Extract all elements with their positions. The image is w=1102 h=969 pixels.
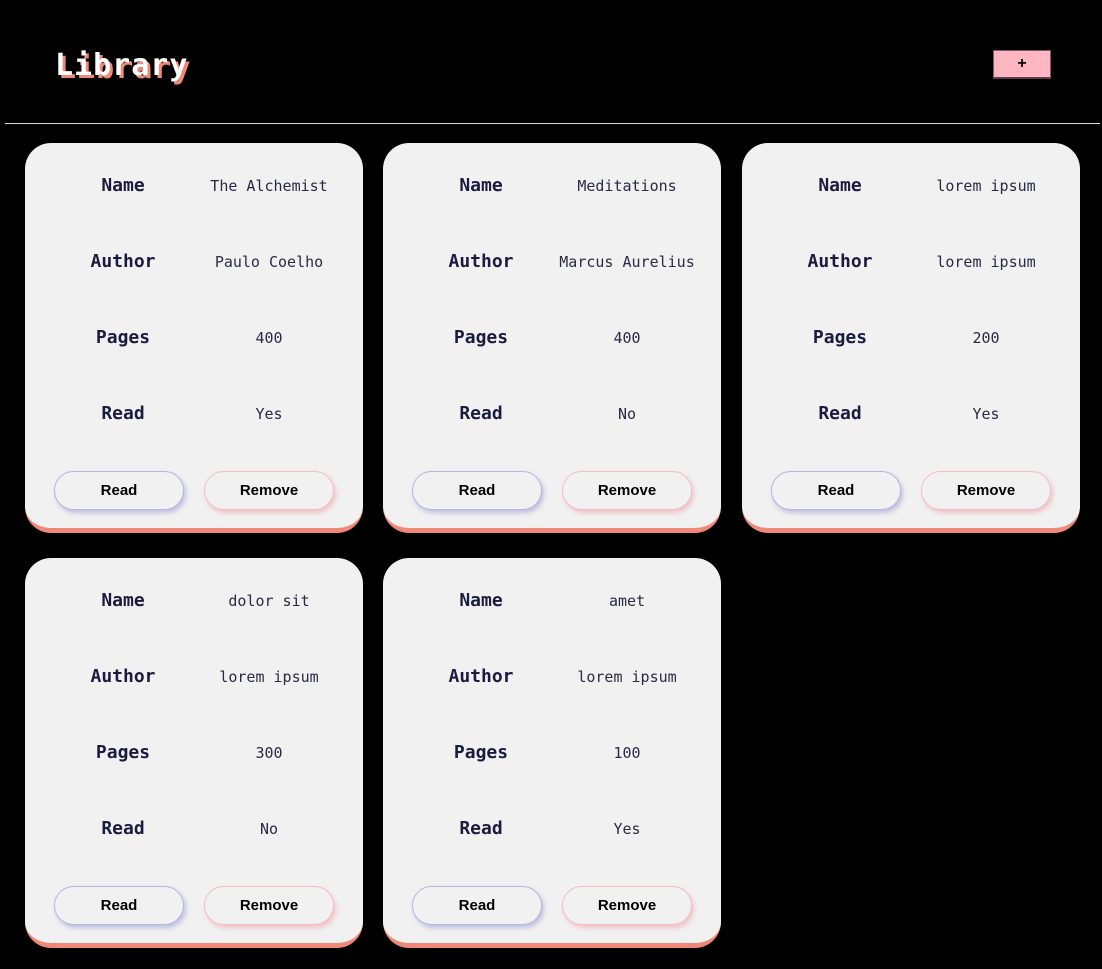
author-row: Author lorem ipsum — [742, 247, 1080, 277]
pages-label: Pages — [453, 742, 509, 763]
remove-button[interactable]: Remove — [562, 886, 692, 925]
toggle-read-button[interactable]: Read — [54, 886, 184, 925]
book-pages: 100 — [613, 744, 641, 762]
book-pages: 400 — [613, 329, 641, 347]
toggle-read-button[interactable]: Read — [412, 886, 542, 925]
book-read-status: No — [617, 405, 637, 423]
read-label: Read — [101, 403, 145, 424]
name-row: Name Meditations — [383, 171, 721, 201]
read-status-row: Read No — [383, 399, 721, 429]
read-label: Read — [459, 818, 503, 839]
name-row: Name The Alchemist — [25, 171, 363, 201]
pages-label: Pages — [95, 742, 151, 763]
book-card: Name dolor sit Author lorem ipsum Pages … — [25, 558, 363, 948]
remove-button[interactable]: Remove — [921, 471, 1051, 510]
book-name: amet — [608, 592, 646, 610]
book-author: lorem ipsum — [219, 668, 319, 686]
pages-label: Pages — [812, 327, 868, 348]
book-author: lorem ipsum — [936, 253, 1036, 271]
name-row: Name lorem ipsum — [742, 171, 1080, 201]
page-title: Library — [55, 48, 189, 83]
pages-row: Pages 300 — [25, 738, 363, 768]
book-card: Name The Alchemist Author Paulo Coelho P… — [25, 143, 363, 533]
author-row: Author lorem ipsum — [25, 662, 363, 692]
book-name: Meditations — [577, 177, 677, 195]
remove-button[interactable]: Remove — [204, 471, 334, 510]
book-pages: 200 — [972, 329, 1000, 347]
book-author: Marcus Aurelius — [559, 253, 695, 271]
author-label: Author — [90, 666, 156, 687]
book-read-status: No — [259, 820, 279, 838]
book-card: Name Meditations Author Marcus Aurelius … — [383, 143, 721, 533]
pages-row: Pages 400 — [25, 323, 363, 353]
book-card: Name amet Author lorem ipsum Pages 100 R… — [383, 558, 721, 948]
read-label: Read — [818, 403, 862, 424]
header-divider — [5, 123, 1100, 124]
read-status-row: Read No — [25, 814, 363, 844]
author-label: Author — [90, 251, 156, 272]
name-label: Name — [459, 590, 503, 611]
read-status-row: Read Yes — [383, 814, 721, 844]
book-read-status: Yes — [255, 405, 283, 423]
toggle-read-button[interactable]: Read — [771, 471, 901, 510]
header: Library + — [0, 0, 1102, 123]
book-name: lorem ipsum — [936, 177, 1036, 195]
author-row: Author Paulo Coelho — [25, 247, 363, 277]
book-author: Paulo Coelho — [214, 253, 324, 271]
remove-button[interactable]: Remove — [204, 886, 334, 925]
book-read-status: Yes — [972, 405, 1000, 423]
name-label: Name — [818, 175, 862, 196]
author-row: Author Marcus Aurelius — [383, 247, 721, 277]
remove-button[interactable]: Remove — [562, 471, 692, 510]
author-label: Author — [807, 251, 873, 272]
pages-row: Pages 200 — [742, 323, 1080, 353]
book-card: Name lorem ipsum Author lorem ipsum Page… — [742, 143, 1080, 533]
book-pages: 300 — [255, 744, 283, 762]
read-label: Read — [459, 403, 503, 424]
name-label: Name — [101, 590, 145, 611]
book-read-status: Yes — [613, 820, 641, 838]
pages-row: Pages 400 — [383, 323, 721, 353]
book-pages: 400 — [255, 329, 283, 347]
book-name: dolor sit — [228, 592, 310, 610]
add-book-button[interactable]: + — [993, 50, 1051, 79]
read-status-row: Read Yes — [742, 399, 1080, 429]
pages-row: Pages 100 — [383, 738, 721, 768]
pages-label: Pages — [453, 327, 509, 348]
toggle-read-button[interactable]: Read — [412, 471, 542, 510]
read-status-row: Read Yes — [25, 399, 363, 429]
author-row: Author lorem ipsum — [383, 662, 721, 692]
author-label: Author — [448, 251, 514, 272]
name-label: Name — [101, 175, 145, 196]
read-label: Read — [101, 818, 145, 839]
book-author: lorem ipsum — [577, 668, 677, 686]
book-name: The Alchemist — [210, 177, 328, 195]
name-row: Name amet — [383, 586, 721, 616]
name-row: Name dolor sit — [25, 586, 363, 616]
author-label: Author — [448, 666, 514, 687]
pages-label: Pages — [95, 327, 151, 348]
name-label: Name — [459, 175, 503, 196]
toggle-read-button[interactable]: Read — [54, 471, 184, 510]
